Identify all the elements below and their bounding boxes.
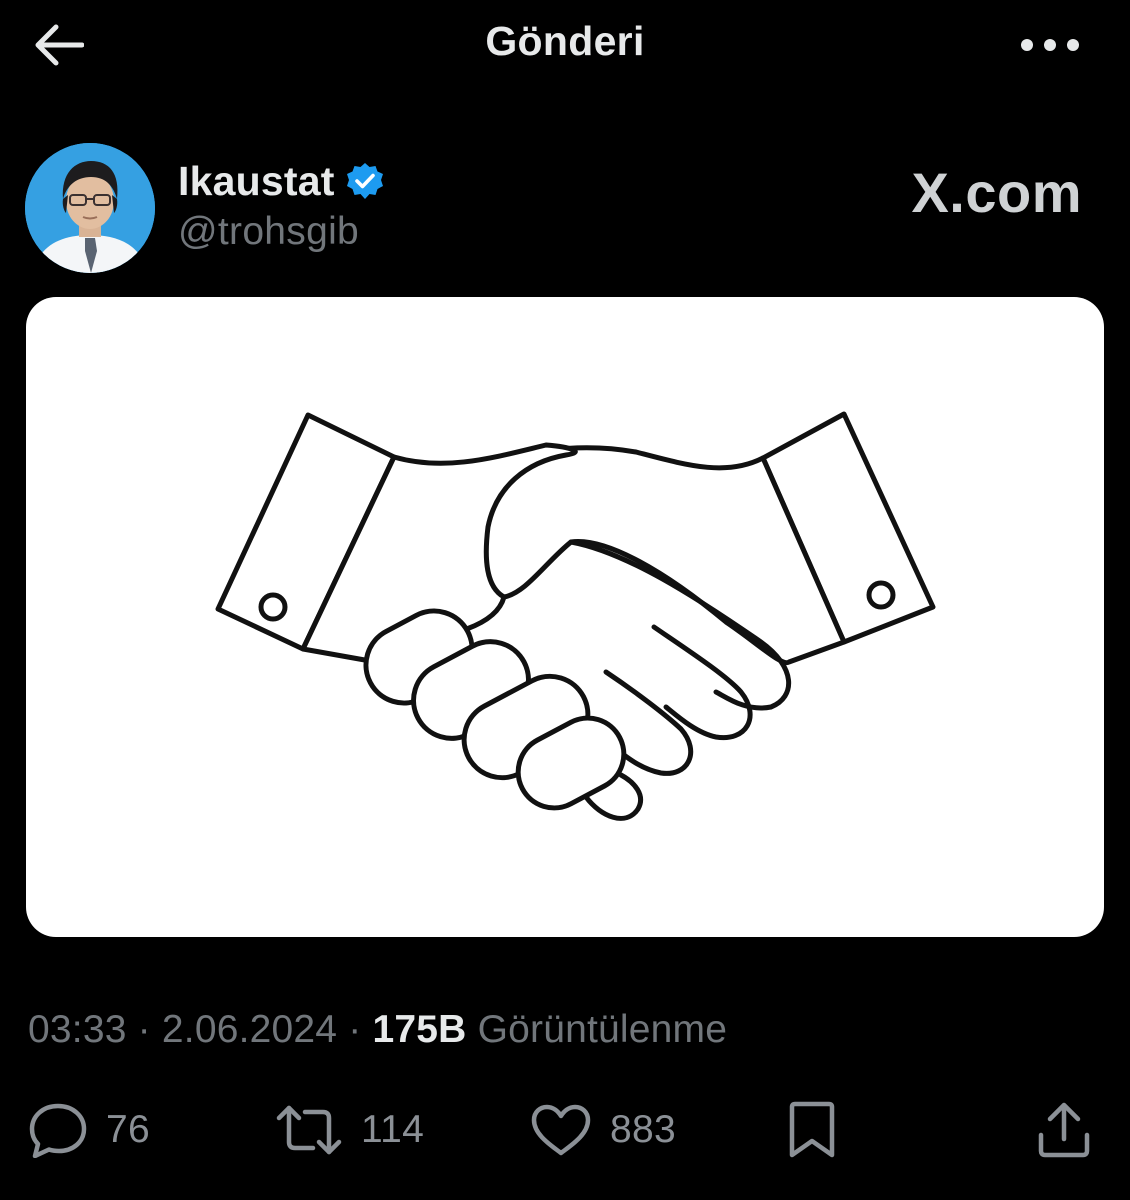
repost-button[interactable]: 114 (275, 1090, 424, 1170)
reply-count: 76 (106, 1108, 150, 1151)
display-name[interactable]: Ikaustat (178, 158, 335, 205)
handshake-illustration (215, 411, 936, 821)
avatar[interactable] (25, 143, 155, 273)
like-count: 883 (610, 1108, 676, 1151)
action-bar: 76 114 883 (0, 1090, 1130, 1170)
share-button[interactable] (1036, 1090, 1092, 1170)
bookmark-icon (789, 1101, 835, 1158)
more-options-button[interactable] (1010, 20, 1090, 70)
like-button[interactable]: 883 (530, 1090, 676, 1170)
repost-icon (276, 1105, 342, 1155)
share-icon (1038, 1102, 1090, 1158)
page-title-text: Gönderi (485, 18, 645, 64)
bookmark-button[interactable] (786, 1090, 838, 1170)
meta-separator-2: · (348, 1008, 362, 1051)
meta-separator-1: · (137, 1008, 151, 1051)
post-media-image[interactable] (26, 297, 1104, 937)
post-meta: 03:33 · 2.06.2024 · 175B Görüntülenme (28, 1008, 727, 1052)
author-handle[interactable]: @trohsgib (178, 210, 359, 254)
avatar-image (25, 143, 155, 273)
views-count[interactable]: 175B (372, 1008, 466, 1051)
views-label: Görüntülenme (477, 1008, 728, 1051)
reply-button[interactable]: 76 (28, 1090, 150, 1170)
x-com-logo: X.com (911, 161, 1082, 224)
page-title: Gönderi (0, 18, 1130, 65)
heart-icon (531, 1104, 591, 1156)
more-dots-icon (1021, 39, 1079, 51)
repost-count: 114 (361, 1108, 425, 1151)
top-bar: Gönderi (0, 0, 1130, 90)
author-name-row[interactable]: Ikaustat (178, 156, 385, 206)
post-date[interactable]: 2.06.2024 (162, 1008, 337, 1051)
reply-icon (29, 1103, 87, 1158)
verified-badge-icon (346, 163, 383, 199)
post-time[interactable]: 03:33 (28, 1008, 127, 1051)
